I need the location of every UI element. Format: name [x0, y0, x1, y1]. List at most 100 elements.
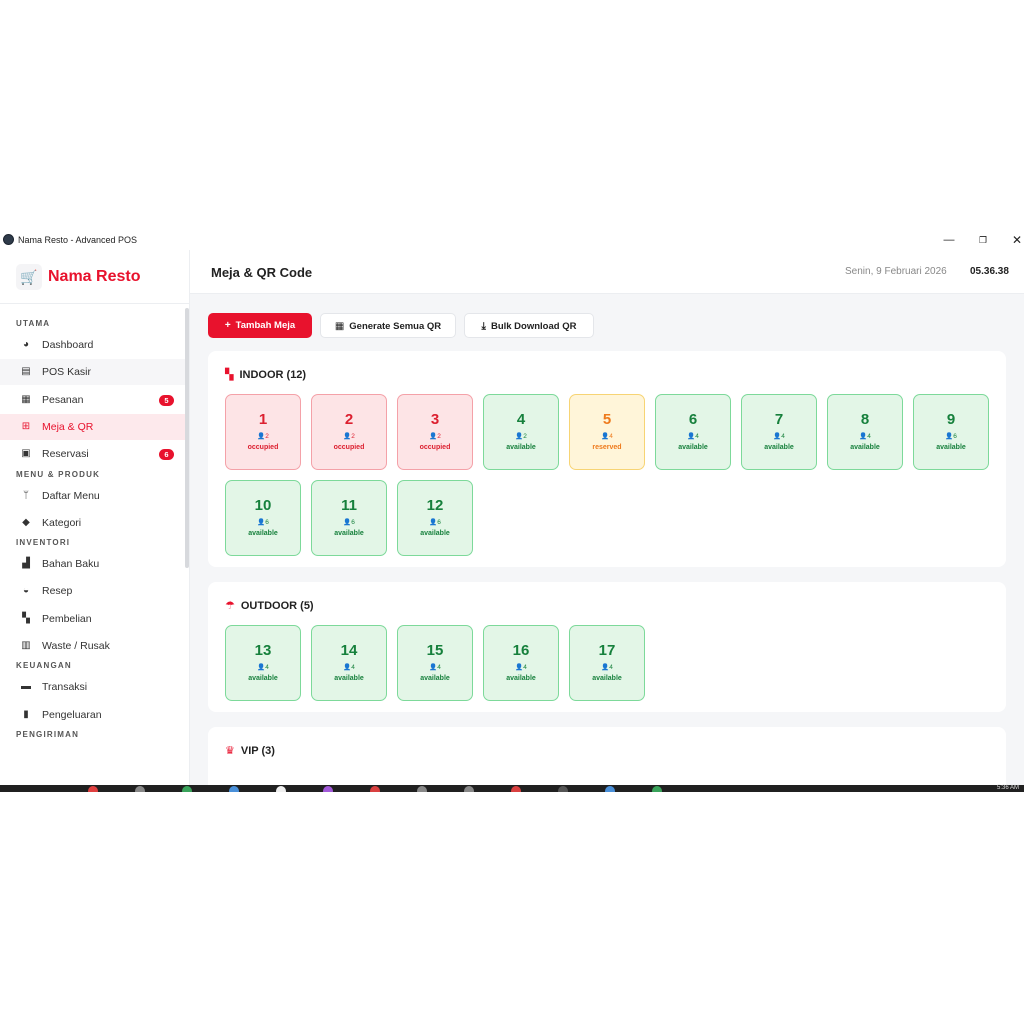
sidebar-item-transaksi[interactable]: ▬ Transaksi — [0, 674, 185, 700]
generate-all-qr-button[interactable]: ▦ Generate Semua QR — [320, 313, 456, 338]
table-status: available — [678, 444, 708, 451]
table-status: available — [850, 444, 880, 451]
area-card-indoor-12: ▚ INDOOR (12) 1 👤2 occupied 2 👤2 occupied 3 👤2 occ… — [208, 351, 1006, 567]
utensils-icon: ᛘ — [23, 489, 29, 501]
table-capacity: 👤4 — [570, 663, 644, 671]
sidebar-item-label: Transaksi — [42, 681, 88, 694]
bulk-download-qr-label: Bulk Download QR — [490, 321, 577, 332]
table-capacity: 👤4 — [226, 663, 300, 671]
area-title: ☂ OUTDOOR (5) — [225, 599, 314, 612]
add-table-button[interactable]: + Tambah Meja — [208, 313, 312, 338]
table-tile[interactable]: 11 👤6 available — [311, 480, 387, 556]
table-number: 7 — [774, 411, 784, 428]
sidebar-item-waste-rusak[interactable]: ▥ Waste / Rusak — [0, 633, 185, 659]
taskbar-app-icon[interactable] — [464, 786, 474, 792]
table-tile[interactable]: 6 👤4 available — [655, 394, 731, 470]
taskbar-app-icon[interactable] — [276, 786, 286, 792]
table-tile[interactable]: 8 👤4 available — [827, 394, 903, 470]
table-tile[interactable]: 17 👤4 available — [569, 625, 645, 701]
table-tile[interactable]: 16 👤4 available — [483, 625, 559, 701]
table-status: available — [764, 444, 794, 451]
area-title: ♛ VIP (3) — [225, 744, 275, 757]
taskbar-app-icon[interactable] — [417, 786, 427, 792]
window-title: Nama Resto - Advanced POS — [18, 235, 138, 245]
table-tile[interactable]: 9 👤6 available — [913, 394, 989, 470]
area-card-vip-3: ♛ VIP (3) — [208, 727, 1006, 785]
door-icon: ▚ — [225, 369, 234, 381]
taskbar-app-icon[interactable] — [511, 786, 521, 792]
taskbar-app-icon[interactable] — [558, 786, 568, 792]
area-name: INDOOR (12) — [239, 369, 307, 381]
table-tile[interactable]: 3 👤2 occupied — [397, 394, 473, 470]
sidebar-item-kategori[interactable]: ◆ Kategori — [0, 510, 185, 536]
sidebar-item-reservasi[interactable]: ▣ Reservasi 6 — [0, 441, 185, 467]
taskbar-app-icon[interactable] — [652, 786, 662, 792]
sidebar-scrollbar[interactable] — [185, 308, 189, 568]
table-tile[interactable]: 13 👤4 available — [225, 625, 301, 701]
table-number: 10 — [254, 497, 272, 514]
table-capacity: 👤2 — [226, 432, 300, 440]
capacity-value: 2 — [523, 433, 527, 440]
main-content: + Tambah Meja ▦ Generate Semua QR ⤓ Bulk Do… — [190, 294, 1024, 785]
table-number: 6 — [688, 411, 698, 428]
table-number: 1 — [258, 411, 268, 428]
sidebar-item-pengeluaran[interactable]: ▮ Pengeluaran — [0, 702, 185, 728]
sidebar-item-dashboard[interactable]: ◕ Dashboard — [0, 332, 185, 358]
page-title: Meja & QR Code — [211, 265, 313, 280]
table-capacity: 👤4 — [484, 663, 558, 671]
money-icon: ▬ — [21, 681, 31, 693]
table-status: available — [248, 675, 278, 682]
crown-icon: ♛ — [225, 745, 235, 757]
table-number: 15 — [426, 642, 444, 659]
sidebar-section-pengiriman: PENGIRIMAN — [16, 729, 80, 739]
count-badge: 5 — [159, 394, 174, 406]
capacity-value: 2 — [437, 433, 441, 440]
sidebar-item-meja-qr[interactable]: ⊞ Meja & QR — [0, 413, 185, 440]
capacity-value: 2 — [265, 433, 269, 440]
table-number: 8 — [860, 411, 870, 428]
taskbar-app-icon[interactable] — [605, 786, 615, 792]
table-number: 12 — [426, 497, 444, 514]
sidebar-item-daftar-menu[interactable]: ᛘ Daftar Menu — [0, 483, 185, 509]
taskbar-app-icon[interactable] — [88, 786, 98, 792]
capacity-value: 4 — [265, 664, 269, 671]
table-tile[interactable]: 2 👤2 occupied — [311, 394, 387, 470]
taskbar-app-icon[interactable] — [229, 786, 239, 792]
grid-icon: ⊞ — [21, 420, 31, 432]
taskbar-app-icon[interactable] — [323, 786, 333, 792]
sidebar-item-resep[interactable]: ◒ Resep — [0, 578, 185, 604]
table-number: 11 — [341, 497, 357, 514]
table-tile[interactable]: 10 👤6 available — [225, 480, 301, 556]
sidebar-item-label: Meja & QR — [42, 420, 94, 433]
calendar-check-icon: ▣ — [21, 448, 31, 460]
table-tile[interactable]: 5 👤4 reserved — [569, 394, 645, 470]
maximize-button[interactable]: ❐ — [971, 231, 995, 249]
capacity-value: 4 — [609, 664, 613, 671]
sidebar-item-bahan-baku[interactable]: ▟ Bahan Baku — [0, 551, 185, 577]
sidebar-item-label: Bahan Baku — [42, 558, 100, 571]
minimize-button[interactable]: — — [937, 231, 961, 249]
table-tile[interactable]: 15 👤4 available — [397, 625, 473, 701]
brand[interactable]: 🛒 Nama Resto — [0, 250, 189, 304]
area-name: OUTDOOR (5) — [240, 600, 314, 612]
sidebar-item-pos-kasir[interactable]: ▤ POS Kasir — [0, 359, 185, 386]
sidebar-item-pembelian[interactable]: ▚ Pembelian — [0, 606, 185, 632]
current-date: Senin, 9 Februari 2026 — [845, 266, 947, 277]
table-tile[interactable]: 12 👤6 available — [397, 480, 473, 556]
sidebar-item-pesanan[interactable]: ▦ Pesanan 5 — [0, 387, 185, 413]
close-button[interactable]: ✕ — [1005, 231, 1024, 249]
top-bar: Meja & QR Code Senin, 9 Februari 2026 05… — [190, 250, 1024, 294]
cash-register-icon: ▤ — [21, 366, 31, 378]
table-tile[interactable]: 7 👤4 available — [741, 394, 817, 470]
bulk-download-qr-button[interactable]: ⤓ Bulk Download QR — [464, 313, 594, 338]
generate-all-qr-label: Generate Semua QR — [349, 321, 442, 332]
sidebar-section-menu-produk: MENU & PRODUK — [16, 469, 101, 479]
table-tile[interactable]: 4 👤2 available — [483, 394, 559, 470]
taskbar-app-icon[interactable] — [135, 786, 145, 792]
taskbar-app-icon[interactable] — [182, 786, 192, 792]
table-tile[interactable]: 1 👤2 occupied — [225, 394, 301, 470]
app-logo-icon — [3, 234, 14, 245]
table-number: 16 — [512, 642, 530, 659]
table-tile[interactable]: 14 👤4 available — [311, 625, 387, 701]
taskbar-app-icon[interactable] — [370, 786, 380, 792]
